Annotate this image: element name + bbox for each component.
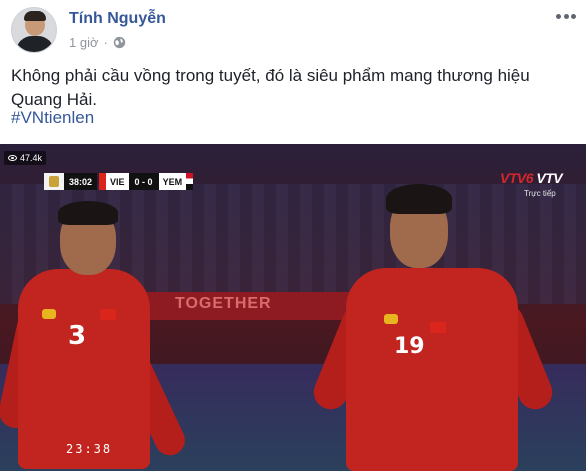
post-header: Tính Nguyễn 1 giờ · [0,0,586,58]
vietnam-flag-icon [99,173,107,190]
match-time: 38:02 [64,173,98,190]
globe-icon[interactable] [113,36,126,49]
hashtag-link[interactable]: #VNtienlen [11,106,94,130]
view-count-badge: 47.4k [4,151,47,165]
player-number-19: 19 [394,334,425,359]
broadcaster-logo: VTV6 VTV [500,170,563,186]
match-score: 0 - 0 [128,173,159,190]
eye-icon [8,155,17,161]
player-right: 19 [308,182,558,471]
post-meta: 1 giờ · [69,35,126,50]
view-count: 47.4k [20,153,43,163]
home-team: VIE [106,173,129,190]
live-label: Trực tiếp [524,189,556,198]
post-text: Không phải cầu vồng trong tuyết, đó là s… [11,66,530,109]
broadcast-clock: 23:38 [66,442,113,456]
broadcaster-vtv: VTV [536,170,563,186]
author-name[interactable]: Tính Nguyễn [69,10,166,28]
post-timestamp[interactable]: 1 giờ [69,35,99,50]
broadcaster-vtv6: VTV6 [500,170,534,186]
player-left: 3 [0,199,200,471]
menu-icon[interactable] [556,12,576,20]
author-avatar[interactable] [11,7,57,53]
meta-separator: · [103,35,108,50]
away-team: YEM [158,173,187,190]
tournament-logo-icon [44,173,64,190]
video-player[interactable]: TOGETHER 3 19 47.4k 38:02 VIE 0 - 0 YEM … [0,144,586,471]
player-number-3: 3 [68,321,87,351]
yemen-flag-icon [186,173,194,190]
scoreboard: 38:02 VIE 0 - 0 YEM [44,173,194,190]
